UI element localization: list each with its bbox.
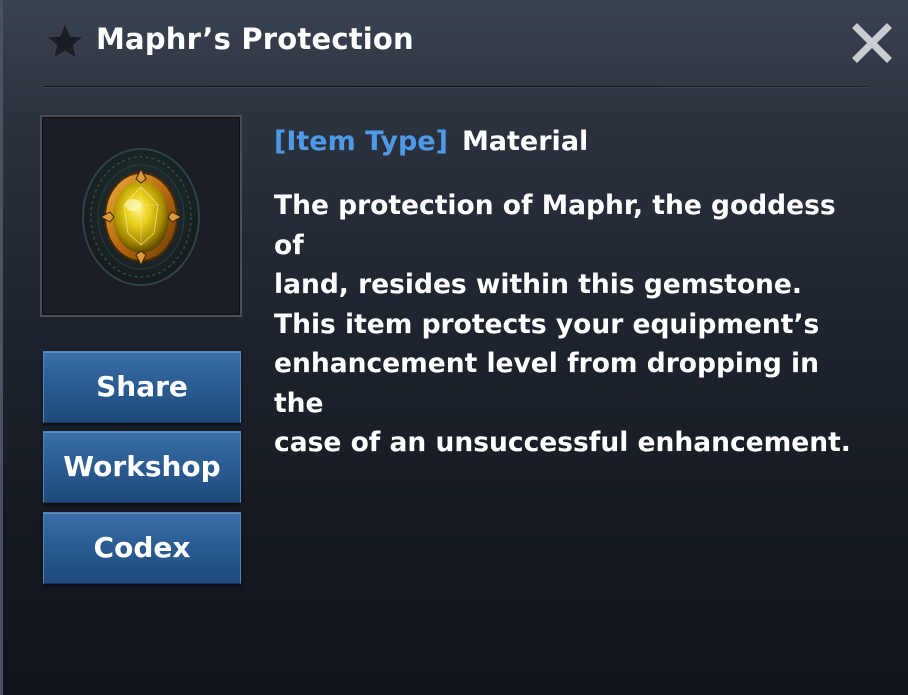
dialog-title: Maphr’s Protection [96, 22, 414, 56]
dialog-header: Maphr’s Protection [3, 0, 908, 86]
share-button[interactable]: Share [43, 351, 241, 423]
item-type-label: [Item Type] [274, 126, 448, 157]
item-description: The protection of Maphr, the goddess of … [274, 186, 874, 463]
description-line: land, resides within this gemstone. [274, 269, 802, 300]
description-line: This item protects your equipment’s [274, 308, 820, 340]
header-divider [43, 86, 869, 87]
yellow-gemstone-icon [82, 148, 200, 286]
description-line: The protection of Maphr, the goddess of [274, 190, 836, 261]
codex-button[interactable]: Codex [43, 512, 241, 584]
close-icon[interactable] [849, 20, 895, 66]
item-type-row: [Item Type] Material [274, 126, 588, 157]
star-icon [43, 20, 87, 64]
item-icon-frame [40, 115, 242, 317]
description-line: enhancement level from dropping in the [274, 348, 820, 419]
workshop-button[interactable]: Workshop [43, 431, 241, 503]
description-line: case of an unsuccessful enhancement. [274, 427, 851, 458]
item-type-value: Material [461, 126, 589, 157]
item-info-dialog: Maphr’s Protection Share Workshop Codex … [0, 0, 908, 695]
